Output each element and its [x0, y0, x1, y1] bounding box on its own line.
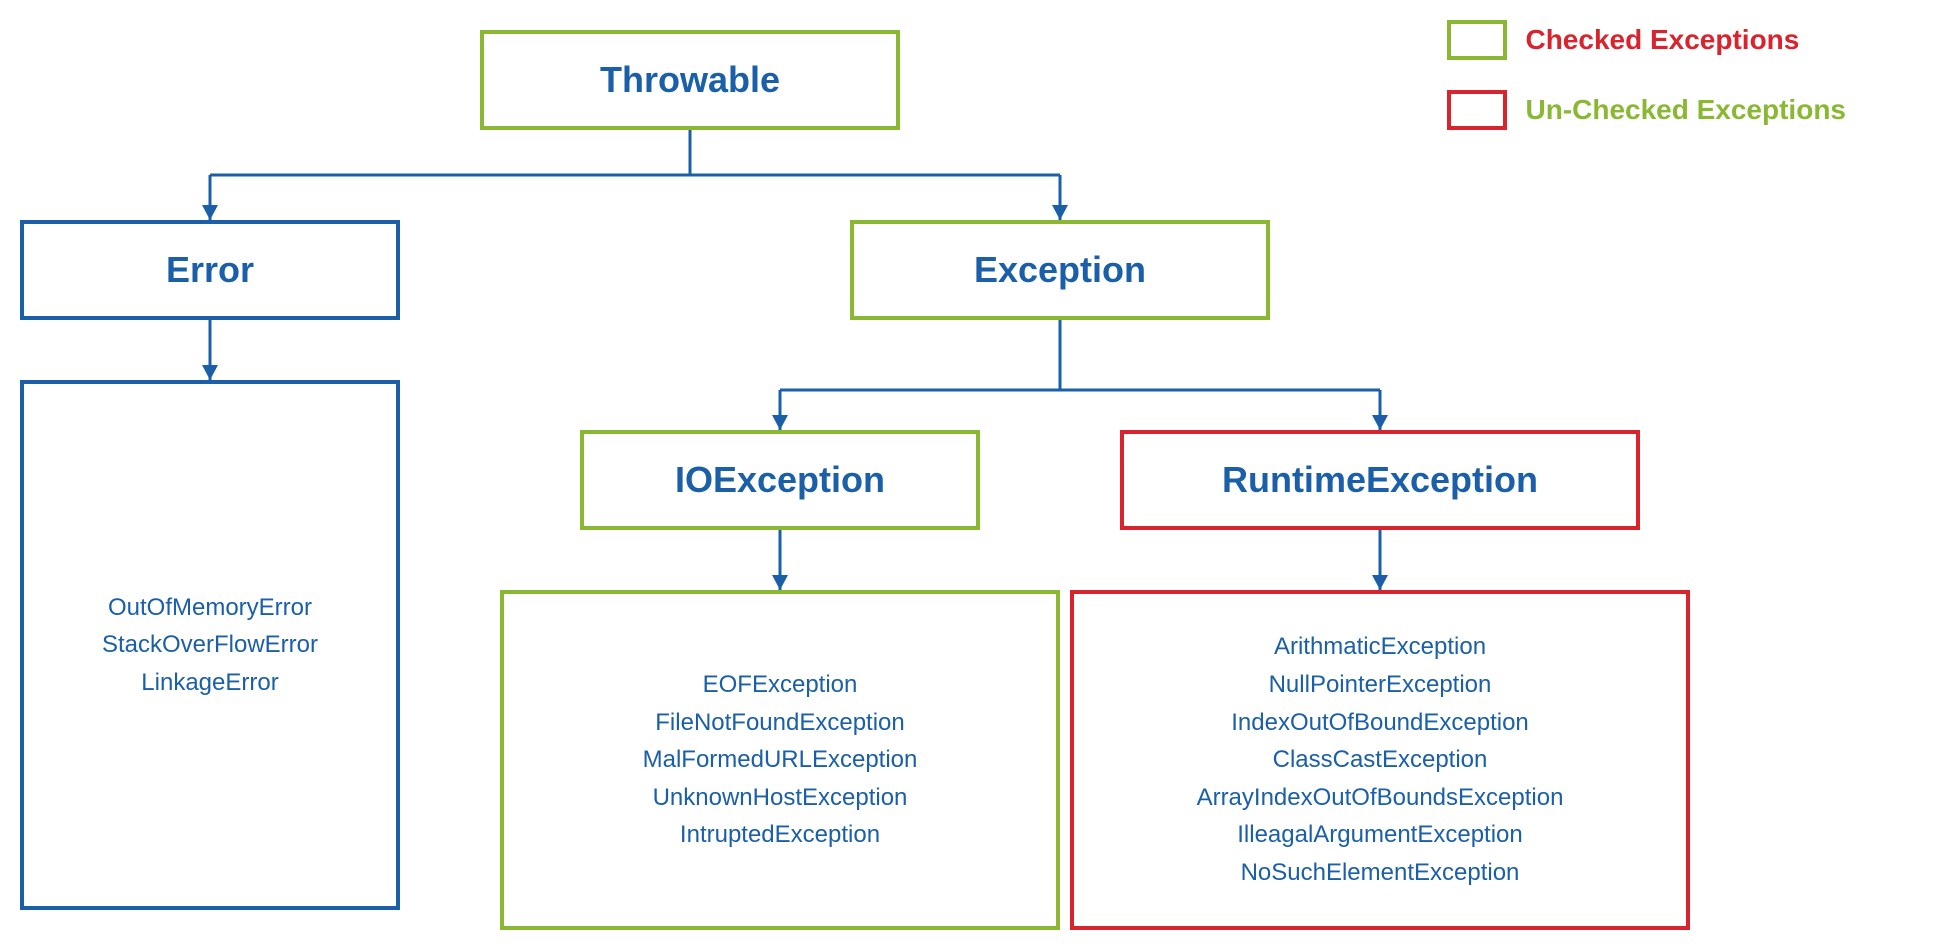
list-item: NoSuchElementException: [1241, 856, 1520, 890]
throwable-node: Throwable: [480, 30, 900, 130]
ioexception-list-box: EOFException FileNotFoundExceptionMalForm…: [500, 590, 1060, 930]
throwable-label: Throwable: [600, 59, 780, 101]
error-node: Error: [20, 220, 400, 320]
legend-checked-label: Checked Exceptions: [1525, 24, 1799, 56]
exception-label: Exception: [974, 249, 1146, 291]
list-item: IlleagalArgumentException: [1237, 818, 1523, 852]
legend-unchecked: Un-Checked Exceptions: [1447, 90, 1846, 130]
error-label: Error: [166, 249, 254, 291]
list-item: EOFException: [703, 668, 858, 702]
list-item: StackOverFlowError: [102, 628, 318, 662]
list-item: LinkageError: [141, 666, 278, 700]
legend-unchecked-box: [1447, 90, 1507, 130]
diagram-container: Throwable Error Exception IOException Ru…: [0, 0, 1946, 952]
list-item: ArithmaticException: [1274, 630, 1486, 664]
exception-node: Exception: [850, 220, 1270, 320]
list-item: UnknownHostException: [653, 781, 908, 815]
runtimeexception-label: RuntimeException: [1222, 459, 1538, 501]
list-item: ArrayIndexOutOfBoundsException: [1197, 781, 1564, 815]
runtime-list-box: ArithmaticException NullPointerException I…: [1070, 590, 1690, 930]
runtimeexception-node: RuntimeException: [1120, 430, 1640, 530]
list-item: IndexOutOfBoundException: [1231, 706, 1529, 740]
list-item: FileNotFoundException: [655, 706, 904, 740]
legend: Checked Exceptions Un-Checked Exceptions: [1447, 20, 1846, 130]
list-item: OutOfMemoryError: [108, 591, 312, 625]
error-list-box: OutOfMemoryErrorStackOverFlowError Linkag…: [20, 380, 400, 910]
ioexception-label: IOException: [675, 459, 885, 501]
list-item: IntruptedException: [680, 818, 880, 852]
list-item: ClassCastException: [1273, 743, 1488, 777]
legend-unchecked-label: Un-Checked Exceptions: [1525, 94, 1846, 126]
list-item: MalFormedURLException: [643, 743, 918, 777]
list-item: NullPointerException: [1269, 668, 1492, 702]
ioexception-node: IOException: [580, 430, 980, 530]
legend-checked: Checked Exceptions: [1447, 20, 1846, 60]
legend-checked-box: [1447, 20, 1507, 60]
